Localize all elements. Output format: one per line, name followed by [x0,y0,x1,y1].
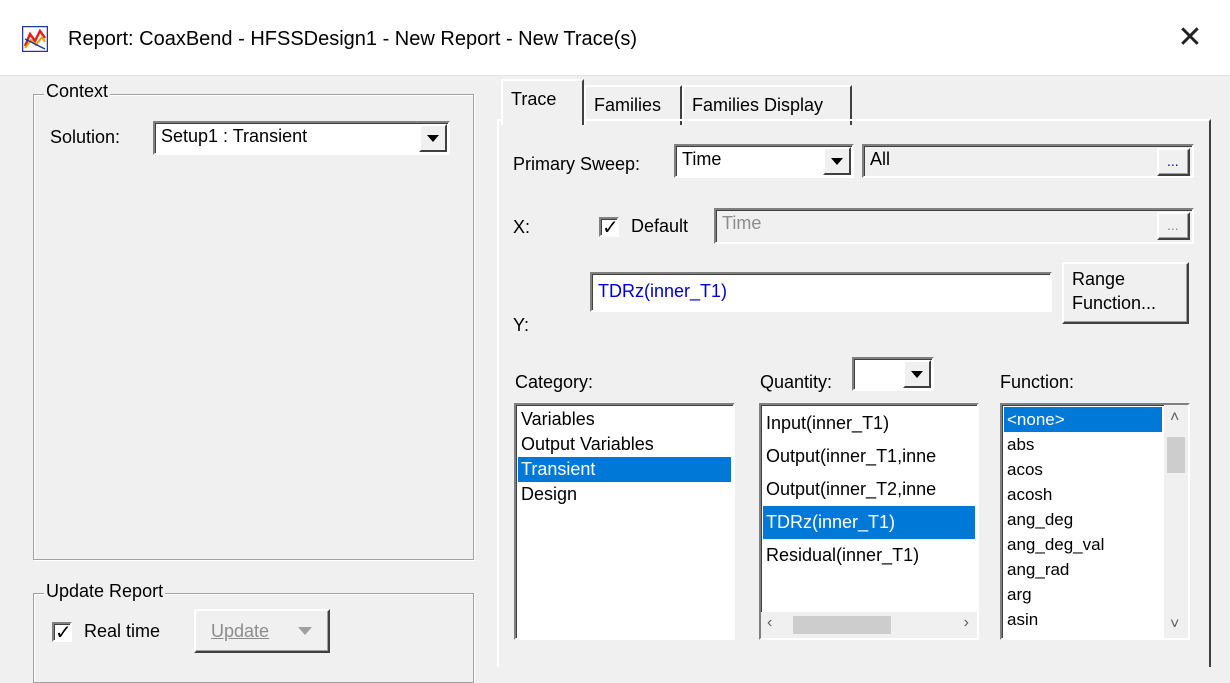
list-item[interactable]: Design [518,482,731,507]
x-label: X: [513,217,531,237]
y-label: Y: [513,315,530,335]
update-button-label: Update [211,621,270,641]
list-item[interactable]: abs [1004,432,1186,457]
list-item[interactable]: TDRz(inner_T1) [763,506,975,539]
quantity-filter-dropdown[interactable] [852,357,934,391]
x-expression-field: Time [714,208,1194,244]
list-item[interactable]: asin [1004,607,1186,632]
category-label: Category: [515,372,594,392]
chevron-right-icon[interactable]: › [964,614,969,632]
chevron-down-icon[interactable] [903,360,931,388]
horizontal-scrollbar[interactable]: ‹ › [761,612,977,638]
range-function-line2: Function... [1072,293,1157,313]
list-item[interactable]: acosh [1004,482,1186,507]
checkmark-icon: ✓ [602,217,619,239]
list-item[interactable]: ang_deg_val [1004,532,1186,557]
list-item[interactable]: arg [1004,582,1186,607]
ellipsis-icon: ... [1167,153,1179,169]
y-expression-input[interactable]: TDRz(inner_T1) [590,272,1052,312]
chevron-down-icon[interactable] [419,124,447,152]
range-function-button[interactable]: Range Function... [1062,262,1189,324]
quantity-label: Quantity: [760,372,833,392]
primary-sweep-label: Primary Sweep: [513,154,641,174]
window-title: Report: CoaxBend - HFSSDesign1 - New Rep… [68,28,638,50]
list-item[interactable]: <none> [1004,407,1162,432]
list-item[interactable]: Output Variables [518,432,731,457]
scrollbar-thumb[interactable] [793,616,891,634]
x-expression-value: Time [722,213,762,233]
chevron-up-icon[interactable]: ˄ [1170,409,1179,427]
report-icon [22,26,48,52]
range-function-line1: Range [1072,269,1126,289]
checkmark-icon: ✓ [55,622,72,644]
ellipsis-icon: ... [1167,217,1179,233]
update-button[interactable]: Update [194,609,330,653]
chevron-down-icon[interactable]: ˅ [1170,616,1179,634]
context-group-label: Context [44,81,111,102]
update-report-group-label: Update Report [44,581,166,602]
x-default-checkbox[interactable]: ✓ [599,217,619,239]
primary-sweep-value: Time [682,149,722,169]
realtime-checkbox[interactable]: ✓ [52,622,72,644]
function-label: Function: [1000,372,1075,392]
chevron-down-icon [298,627,312,635]
solution-value: Setup1 : Transient [161,126,308,146]
function-list[interactable]: <none> abs acos acosh ang_deg ang_deg_va… [1000,403,1190,640]
list-item[interactable]: ang_rad [1004,557,1186,582]
solution-dropdown[interactable]: Setup1 : Transient [153,121,450,155]
tab-trace-label: Trace [511,89,557,109]
list-item[interactable]: Variables [518,407,731,432]
sweep-range-field: All [862,144,1194,178]
solution-label: Solution: [50,127,121,147]
tab-families-label: Families [594,95,662,115]
x-default-label[interactable]: Default [631,216,688,237]
chevron-down-icon[interactable] [823,147,851,175]
tab-trace[interactable]: Trace [501,79,584,125]
primary-sweep-dropdown[interactable]: Time [674,144,854,178]
list-item[interactable]: Output(inner_T2,inne [763,473,975,506]
list-item[interactable]: Residual(inner_T1) [763,539,975,572]
close-icon[interactable]: ✕ [1170,20,1210,60]
y-expression-value: TDRz(inner_T1) [598,281,728,301]
quantity-list[interactable]: Input(inner_T1) Output(inner_T1,inne Out… [759,403,979,640]
sweep-range-ellipsis-button[interactable]: ... [1157,148,1190,176]
realtime-label[interactable]: Real time [84,621,160,642]
list-item[interactable]: acos [1004,457,1186,482]
list-item[interactable]: Transient [518,457,731,482]
scrollbar-thumb[interactable] [1167,437,1185,473]
tab-families-display-label: Families Display [692,95,824,115]
category-list[interactable]: Variables Output Variables Transient Des… [514,403,735,640]
context-group [33,94,474,560]
chevron-left-icon[interactable]: ‹ [767,614,772,632]
x-ellipsis-button: ... [1157,212,1190,240]
list-item[interactable]: Output(inner_T1,inne [763,440,975,473]
list-item[interactable]: ang_deg [1004,507,1186,532]
list-item[interactable]: Input(inner_T1) [763,407,975,440]
sweep-range-value: All [870,149,891,169]
vertical-scrollbar[interactable]: ˄ ˅ [1164,405,1188,638]
